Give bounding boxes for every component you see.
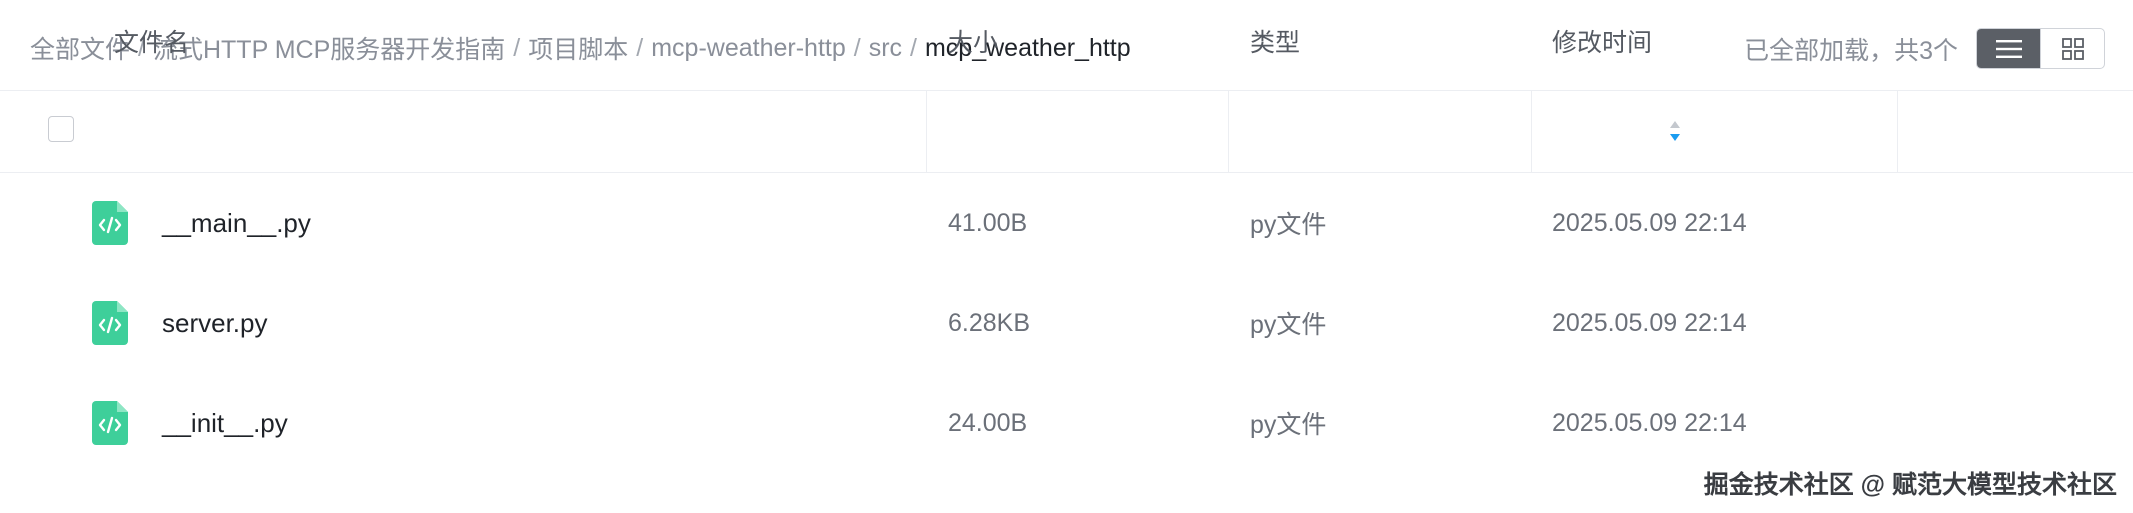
table-row[interactable]: __init__.py 24.00B py文件 2025.05.09 22:14: [0, 373, 2133, 473]
breadcrumb-item-mcp-weather-http[interactable]: mcp-weather-http: [651, 34, 846, 63]
column-header-name[interactable]: 文件名: [114, 0, 189, 81]
table-row[interactable]: __main__.py 41.00B py文件 2025.05.09 22:14: [0, 173, 2133, 273]
breadcrumb-separator: /: [513, 33, 521, 62]
file-name[interactable]: __init__.py: [162, 373, 288, 473]
column-header-modified[interactable]: 修改时间: [1552, 0, 1652, 81]
file-modified: 2025.05.09 22:14: [1552, 208, 1747, 237]
breadcrumb-item-scripts[interactable]: 项目脚本: [528, 30, 628, 66]
breadcrumb-item-guide[interactable]: 流式HTTP MCP服务器开发指南: [153, 30, 505, 66]
breadcrumb-separator: /: [853, 33, 861, 62]
file-name[interactable]: server.py: [162, 273, 268, 373]
breadcrumb-item-src[interactable]: src: [869, 34, 902, 63]
column-header-size[interactable]: 大小: [948, 0, 998, 81]
code-file-icon: [92, 301, 128, 345]
column-divider[interactable]: [1897, 91, 1898, 172]
table-header: [0, 91, 2133, 173]
watermark: 掘金技术社区 @ 赋范大模型技术社区: [1703, 471, 2117, 499]
table-row[interactable]: server.py 6.28KB py文件 2025.05.09 22:14: [0, 273, 2133, 373]
file-size: 6.28KB: [948, 308, 1031, 337]
file-modified: 2025.05.09 22:14: [1552, 408, 1747, 437]
sort-icon[interactable]: [1668, 119, 1682, 143]
code-file-icon: [92, 201, 128, 245]
view-toggle: [1976, 28, 2105, 69]
file-size: 24.00B: [948, 408, 1028, 437]
load-status: 已全部加载，共3个: [1744, 37, 1958, 65]
column-divider[interactable]: [1228, 91, 1229, 172]
toolbar: 全部文件 / 流式HTTP MCP服务器开发指南 / 项目脚本 / mcp-we…: [0, 0, 2133, 91]
select-all-checkbox[interactable]: [48, 116, 74, 142]
breadcrumb-separator: /: [636, 33, 644, 62]
grid-view-icon: [2061, 37, 2084, 60]
file-type: py文件: [1250, 311, 1327, 339]
breadcrumb-separator: /: [910, 33, 917, 62]
list-view-icon: [1995, 39, 2022, 58]
grid-view-button[interactable]: [2040, 29, 2104, 68]
file-modified: 2025.05.09 22:14: [1552, 308, 1747, 337]
column-divider[interactable]: [1531, 91, 1532, 172]
file-type: py文件: [1250, 211, 1327, 239]
list-view-button[interactable]: [1977, 29, 2040, 68]
file-type: py文件: [1250, 411, 1327, 439]
column-divider[interactable]: [926, 91, 927, 172]
file-name[interactable]: __main__.py: [162, 173, 311, 273]
file-size: 41.00B: [948, 208, 1028, 237]
column-header-type[interactable]: 类型: [1250, 0, 1300, 81]
code-file-icon: [92, 401, 128, 445]
